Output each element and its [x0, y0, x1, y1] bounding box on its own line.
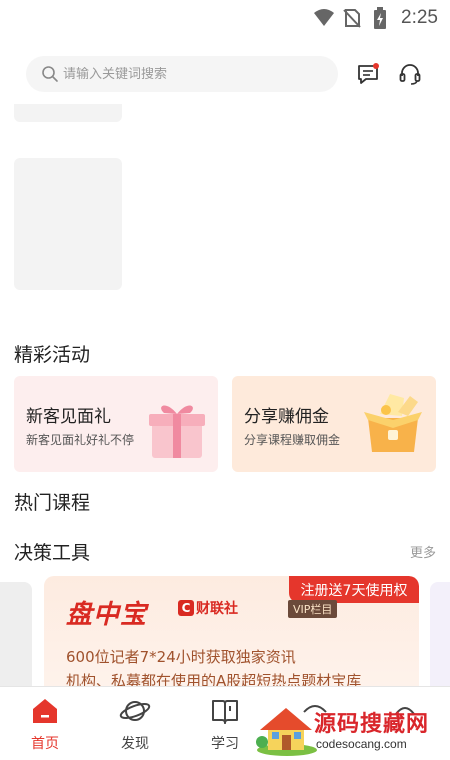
no-sim-icon — [341, 7, 363, 29]
search-input[interactable] — [63, 66, 313, 82]
nav-label: 学习 — [211, 736, 239, 752]
activity-card-title: 分享赚佣金 — [244, 407, 329, 427]
house-logo-icon — [256, 708, 317, 756]
gift-box-icon — [149, 405, 205, 458]
message-icon[interactable] — [356, 62, 380, 86]
activity-card-new-customer[interactable]: 新客见面礼 新客见面礼好礼不停 — [14, 376, 218, 472]
battery-charging-icon — [369, 7, 391, 29]
decision-tools-carousel[interactable]: 注册送7天使用权 盘中宝 C 财联社 VIP栏目 600位记者7*24小时获取独… — [0, 576, 450, 686]
activity-card-share-commission[interactable]: 分享赚佣金 分享课程赚取佣金 — [232, 376, 436, 472]
carousel-next-card[interactable] — [430, 582, 450, 686]
activity-card-title: 新客见面礼 — [26, 407, 111, 427]
content-placeholder — [14, 158, 122, 290]
nav-item-discover[interactable]: 发现 — [90, 687, 180, 760]
publisher-logo: C 财联社 — [178, 598, 238, 618]
tool-description-line: 600位记者7*24小时获取独家资讯 — [66, 648, 296, 666]
publisher-mark: C — [178, 600, 194, 616]
section-title-activities: 精彩活动 — [14, 344, 91, 366]
activity-card-subtitle: 新客见面礼好礼不停 — [26, 433, 135, 447]
promo-badge: 注册送7天使用权 — [289, 576, 419, 603]
status-bar: 2:25 — [0, 0, 450, 36]
section-title-hot-courses: 热门课程 — [14, 492, 91, 514]
watermark-title: 源码搜藏网 — [314, 712, 430, 737]
nav-item-home[interactable]: 首页 — [0, 687, 90, 760]
watermark-url: codesocang.com — [316, 737, 407, 751]
treasure-box-icon — [364, 394, 422, 452]
home-icon — [29, 695, 61, 727]
carousel-prev-card[interactable] — [0, 582, 32, 686]
vip-tag: VIP栏目 — [288, 600, 338, 618]
more-link[interactable]: 更多 — [410, 542, 436, 561]
header — [0, 54, 450, 94]
nav-label: 首页 — [31, 736, 59, 752]
section-title-decision-tools: 决策工具 — [14, 542, 91, 564]
planet-icon — [119, 695, 151, 727]
wifi-icon — [313, 7, 335, 29]
publisher-name: 财联社 — [196, 601, 238, 617]
content-placeholder — [14, 104, 122, 122]
watermark: 源码搜藏网 codesocang.com — [252, 702, 448, 756]
book-icon — [209, 695, 241, 727]
clock: 2:25 — [401, 7, 438, 28]
search-icon — [41, 65, 59, 83]
tool-logo: 盘中宝 — [66, 600, 148, 630]
tool-description-line: 机构、私募都在使用的A股超短热点题材宝库 — [66, 672, 362, 686]
customer-service-icon[interactable] — [398, 62, 422, 86]
activity-card-subtitle: 分享课程赚取佣金 — [244, 433, 341, 447]
nav-label: 发现 — [121, 736, 149, 752]
search-bar[interactable] — [26, 56, 338, 92]
tool-card-panzhongbao[interactable]: 注册送7天使用权 盘中宝 C 财联社 VIP栏目 600位记者7*24小时获取独… — [44, 576, 419, 686]
